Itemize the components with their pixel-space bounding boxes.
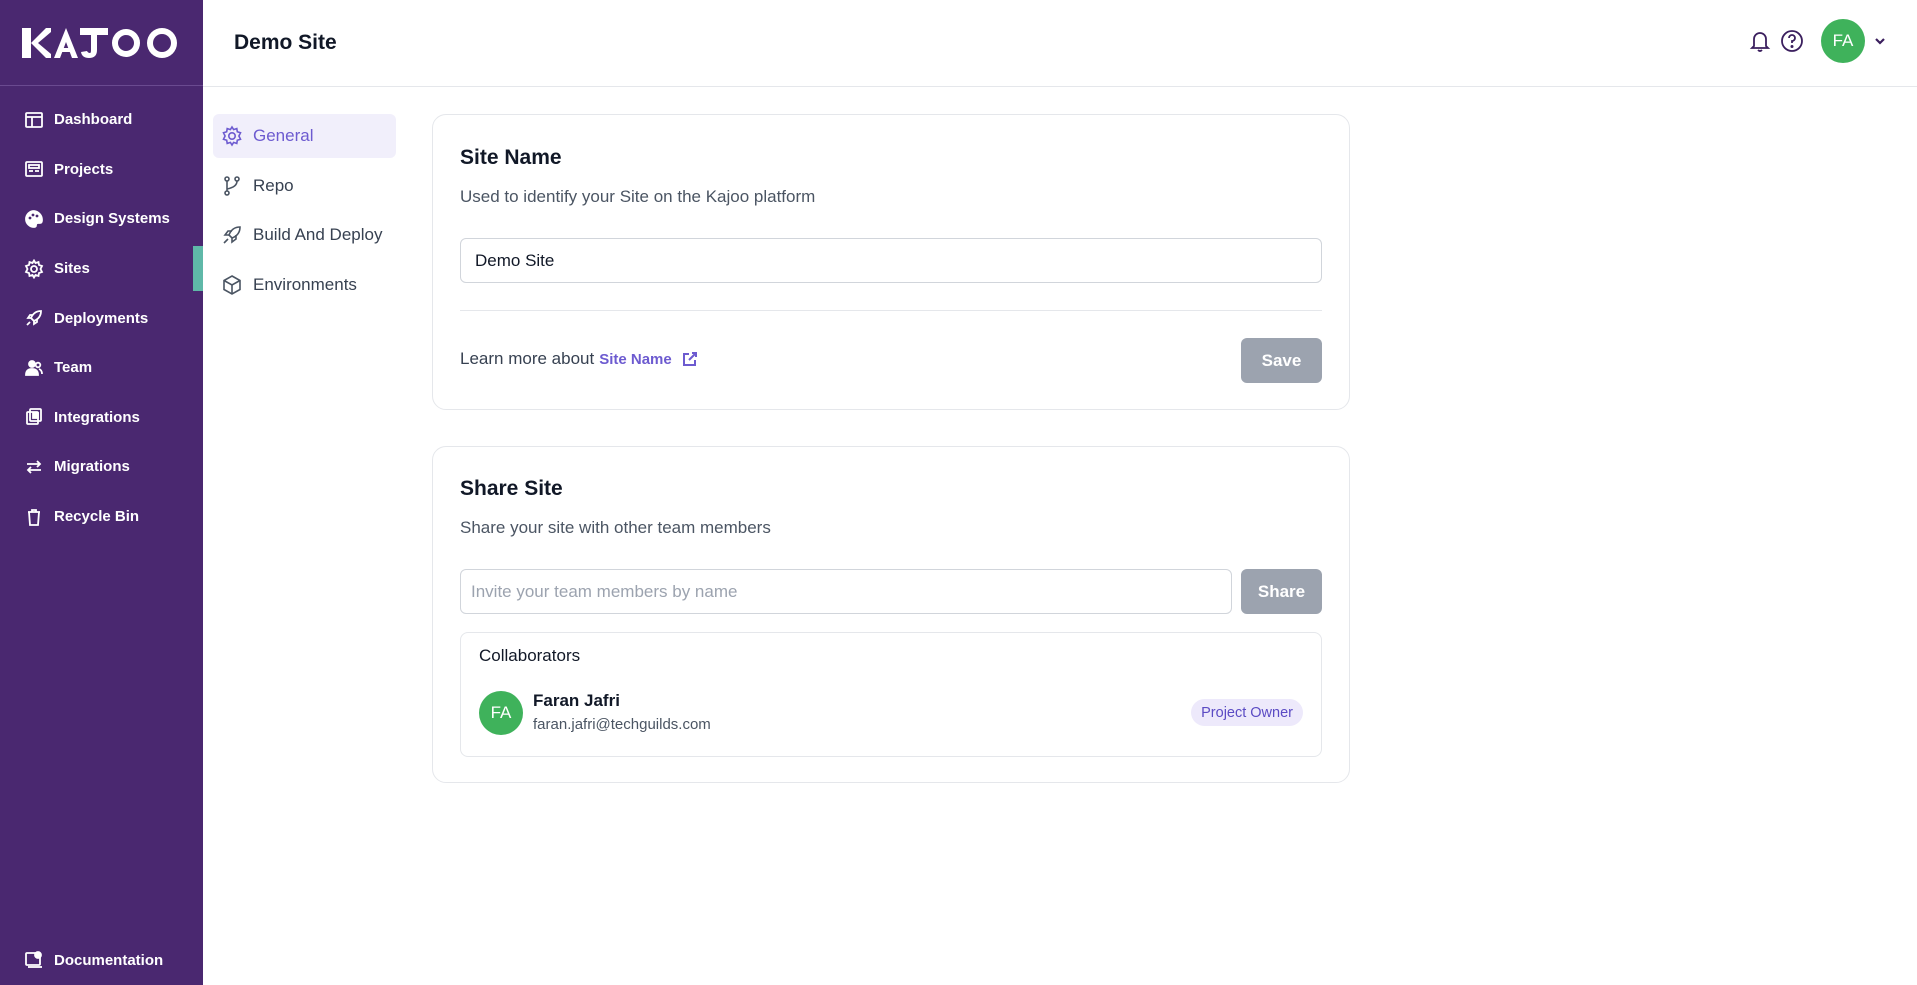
subnav-item-label: Repo (253, 175, 294, 195)
team-icon (24, 358, 44, 378)
sidebar-item-deployments[interactable]: Deployments (0, 293, 203, 343)
collaborators-title: Collaborators (479, 646, 581, 665)
branch-icon (221, 175, 243, 197)
gear-icon (24, 258, 44, 279)
sidebar-item-design-systems[interactable]: Design Systems (0, 194, 203, 244)
subnav-item-general[interactable]: General (213, 114, 396, 158)
learn-more: Learn more about Site Name (460, 349, 698, 369)
share-site-card: Share Site Share your site with other te… (432, 446, 1350, 783)
learn-more-text: Learn more about (460, 349, 595, 368)
divider (460, 310, 1322, 311)
subnav-item-label: General (253, 126, 314, 145)
trash-icon (24, 507, 44, 527)
share-button[interactable]: Share (1241, 569, 1322, 614)
share-site-description: Share your site with other team members (460, 518, 771, 537)
migrate-icon (24, 457, 44, 477)
collaborator-name: Faran Jafri (533, 691, 620, 710)
sidebar-item-label: Recycle Bin (54, 508, 140, 526)
sidebar-item-migrations[interactable]: Migrations (0, 442, 203, 492)
sidebar-item-label: Documentation (54, 951, 164, 969)
collaborator-avatar: FA (479, 691, 523, 735)
share-site-title: Share Site (460, 477, 563, 500)
sidebar-item-recycle-bin[interactable]: Recycle Bin (0, 492, 203, 542)
sidebar-item-sites[interactable]: Sites (0, 244, 203, 294)
site-name-card: Site Name Used to identify your Site on … (432, 114, 1350, 410)
gear-icon (221, 125, 243, 147)
collaborator-email: faran.jafri@techguilds.com (533, 716, 711, 733)
main-nav: Dashboard Projects Design Systems Sites … (0, 86, 203, 541)
sidebar-item-label: Projects (54, 160, 114, 178)
sidebar-item-label: Integrations (54, 408, 140, 426)
projects-icon (24, 159, 44, 179)
subnav-item-repo[interactable]: Repo (213, 164, 396, 208)
site-name-doc-link[interactable]: Site Name (599, 351, 672, 368)
sidebar-item-documentation[interactable]: Documentation (0, 935, 203, 985)
sidebar: Dashboard Projects Design Systems Sites … (0, 0, 203, 985)
sidebar-item-dashboard[interactable]: Dashboard (0, 95, 203, 145)
sidebar-item-label: Design Systems (54, 210, 170, 228)
subnav-item-label: Environments (253, 274, 357, 294)
external-link-icon[interactable] (682, 351, 698, 367)
site-name-title: Site Name (460, 146, 562, 169)
sidebar-item-label: Deployments (54, 309, 149, 327)
documentation-icon (24, 950, 44, 970)
header-actions: FA (1741, 19, 1887, 63)
subnav-item-label: Build And Deploy (253, 225, 383, 244)
bell-icon[interactable] (1747, 28, 1773, 54)
save-button[interactable]: Save (1241, 338, 1322, 383)
sidebar-item-label: Team (54, 359, 93, 377)
dashboard-icon (24, 110, 44, 130)
subnav-item-build-and-deploy[interactable]: Build And Deploy (213, 213, 396, 257)
site-name-description: Used to identify your Site on the Kajoo … (460, 187, 816, 206)
cube-icon (221, 274, 243, 296)
sidebar-item-label: Sites (54, 260, 90, 278)
sidebar-item-label: Dashboard (54, 111, 133, 129)
subnav-item-environments[interactable]: Environments (213, 263, 396, 307)
kajoo-logo-mark (22, 27, 177, 58)
integrations-icon (24, 407, 44, 427)
page-title: Demo Site (234, 31, 337, 54)
chevron-down-icon[interactable] (1873, 34, 1887, 48)
site-name-input[interactable] (460, 238, 1322, 283)
top-header: Demo Site FA (203, 0, 1917, 87)
role-badge: Project Owner (1191, 699, 1303, 726)
invite-member-input[interactable] (460, 569, 1232, 614)
sidebar-item-team[interactable]: Team (0, 343, 203, 393)
sidebar-item-projects[interactable]: Projects (0, 145, 203, 195)
kajoo-logo[interactable] (22, 26, 180, 60)
sidebar-item-integrations[interactable]: Integrations (0, 393, 203, 443)
sidebar-item-label: Migrations (54, 458, 130, 476)
user-avatar[interactable]: FA (1821, 19, 1865, 63)
rocket-icon (24, 308, 44, 328)
help-icon[interactable] (1779, 28, 1805, 54)
rocket-icon (221, 224, 243, 246)
logo-area (0, 0, 203, 86)
collaborators-panel: Collaborators FA Faran Jafri faran.jafri… (460, 632, 1322, 757)
palette-icon (24, 209, 44, 229)
settings-subnav: General Repo Build And Deploy Environmen… (213, 114, 396, 312)
